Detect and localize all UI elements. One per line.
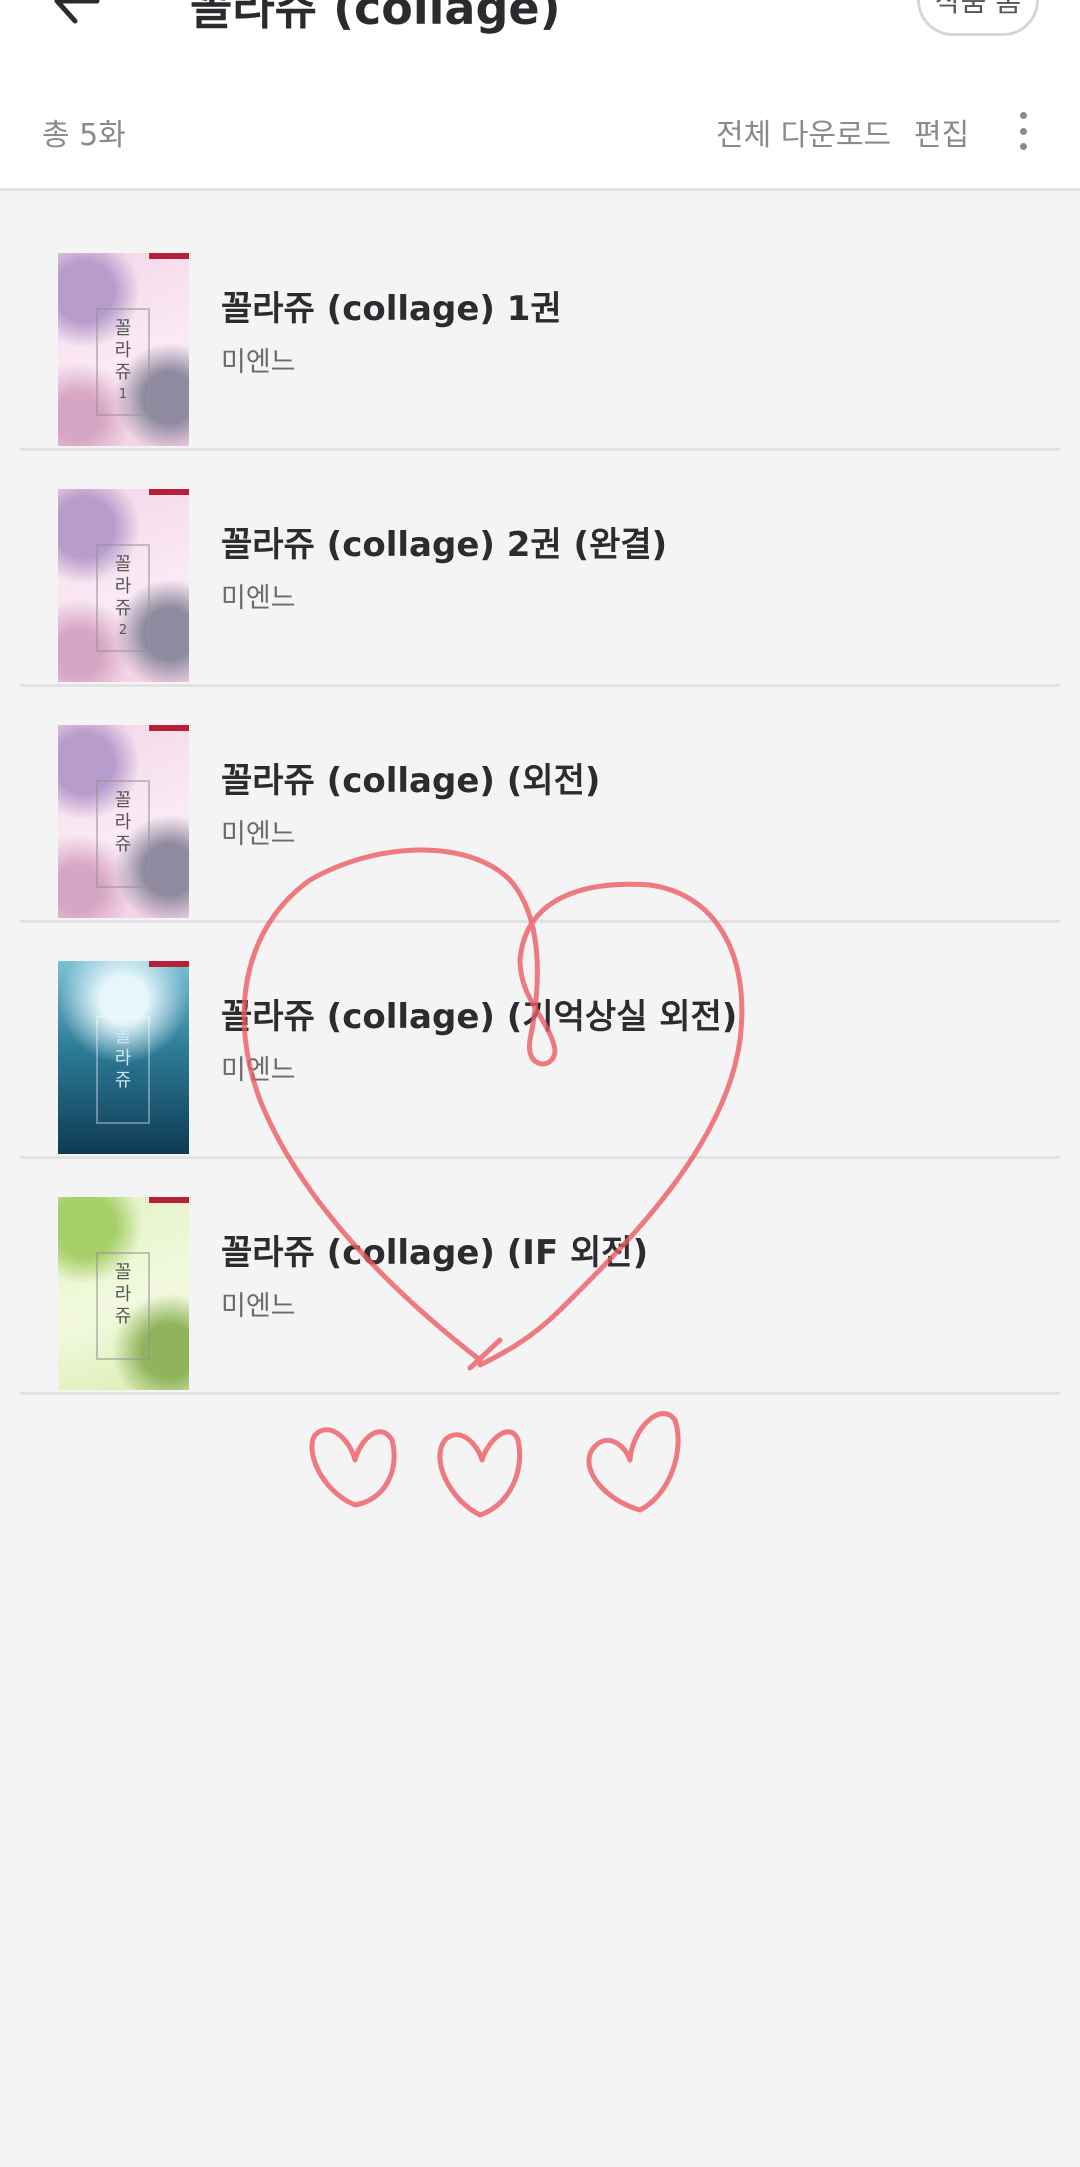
more-options-icon[interactable] [1005,106,1041,156]
list-toolbar: 총 5화 전체 다운로드 편집 [0,100,1080,160]
book-list: 꼴라쥬1 꼴라쥬 (collage) 1권 미엔느 꼴라쥬2 꼴라쥬 (coll… [20,215,1060,1395]
book-title: 꼴라쥬 (collage) (기억상실 외전) [221,997,738,1037]
top-app-bar: 꼴라쥬 (collage) 작품 홈 총 5화 전체 다운로드 편집 [0,0,1080,191]
book-cover: 꼴라쥬2 [58,489,189,682]
book-cover: 꼴라쥬 [58,1197,189,1390]
book-row[interactable]: 꼴라쥬 꼴라쥬 (collage) (기억상실 외전) 미엔느 [20,923,1060,1159]
book-author: 미엔느 [221,819,296,850]
screen: 꼴라쥬 (collage) 작품 홈 총 5화 전체 다운로드 편집 꼴라쥬1 … [0,0,1080,2167]
book-author: 미엔느 [221,347,296,378]
page-title: 꼴라쥬 (collage) [190,0,561,35]
book-cover: 꼴라쥬 [58,961,189,1154]
book-title: 꼴라쥬 (collage) (외전) [221,761,601,801]
download-all-button[interactable]: 전체 다운로드 [716,110,891,154]
episode-count: 총 5화 [42,118,126,153]
back-button[interactable] [40,0,110,36]
book-title: 꼴라쥬 (collage) 2권 (완결) [221,525,668,565]
book-author: 미엔느 [221,583,296,614]
back-arrow-icon [54,0,100,24]
book-title: 꼴라쥬 (collage) (IF 외전) [221,1233,649,1273]
series-home-button[interactable]: 작품 홈 [917,0,1039,36]
book-title: 꼴라쥬 (collage) 1권 [221,289,562,329]
book-author: 미엔느 [221,1055,296,1086]
book-cover: 꼴라쥬 [58,725,189,918]
book-author: 미엔느 [221,1291,296,1322]
book-row[interactable]: 꼴라쥬 꼴라쥬 (collage) (외전) 미엔느 [20,687,1060,923]
book-row[interactable]: 꼴라쥬1 꼴라쥬 (collage) 1권 미엔느 [20,215,1060,451]
edit-button[interactable]: 편집 [914,110,969,154]
book-row[interactable]: 꼴라쥬 꼴라쥬 (collage) (IF 외전) 미엔느 [20,1159,1060,1395]
book-cover: 꼴라쥬1 [58,253,189,446]
book-row[interactable]: 꼴라쥬2 꼴라쥬 (collage) 2권 (완결) 미엔느 [20,451,1060,687]
